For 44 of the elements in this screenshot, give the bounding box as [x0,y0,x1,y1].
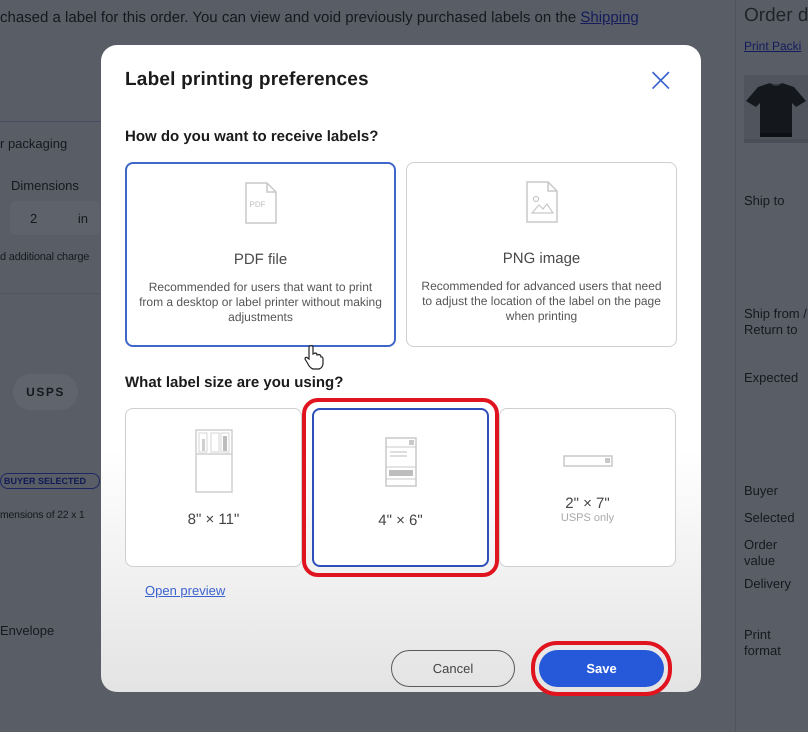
field-label: Delivery [744,576,792,592]
field-label: Ship to [744,193,786,209]
size-note: USPS only [560,512,614,524]
option-description: Recommended for users that want to print from a desktop or label printer without making adjustments [138,280,383,325]
field-label: Buyer [744,483,779,499]
image-file-icon [526,181,558,223]
shipping-label-icon [384,437,416,487]
cancel-button[interactable]: Cancel [391,650,515,687]
field-label: Selected [744,510,796,526]
dialog-title: Label printing preferences [125,69,369,91]
size-option[interactable]: 4" × 6" [312,408,489,567]
package-type: Envelope [0,623,54,638]
panel-title: Order d [744,5,808,27]
save-button[interactable]: Save [539,650,664,687]
note-text: d additional charge [0,251,90,263]
preview-link[interactable]: Open preview [145,583,226,598]
size-name: 2" × 7" [565,495,610,512]
close-button[interactable]: × [646,66,676,94]
field-label: r packaging [0,136,68,151]
pointer-cursor-icon [304,345,324,370]
field-label: Ship from / Return to [744,306,808,338]
section-heading: What label size are you using? [125,374,344,391]
unit-label: in [78,210,88,226]
file-icon [244,182,276,224]
size-option[interactable]: 8" × 11" [125,408,302,567]
option-description: Recommended for advanced users that need to adjust the location of the label on the page when printing [420,279,663,324]
format-option[interactable]: PDF PDF file Recommended for users that want to print from a desktop or label printer without making adjustments [125,162,396,347]
field-label: Print format [744,627,782,659]
size-name: 4" × 6" [378,512,423,529]
section-heading: How do you want to receive labels? [125,128,380,145]
option-name: PDF file [234,251,288,268]
field-label: Dimensions [11,178,79,193]
note-text: mensions of 22 x 1 [0,509,85,521]
format-option[interactable]: PNG image Recommended for advanced users that need to adjust the location of the label on the page when printing [406,162,677,347]
field-label: Order value [744,537,778,569]
option-name: PNG image [502,250,580,267]
sheet-labels-icon [194,429,232,493]
status-badge: BUYER SELECTED [0,473,100,489]
size-option[interactable]: 2" × 7" USPS only [499,408,676,567]
notice-text: chased a label for this order. You can view and void previously purchased labels on the Shipping [0,9,639,26]
field-label: Expected [744,370,800,386]
strip-label-icon [562,455,612,467]
size-name: 8" × 11" [188,511,240,528]
file-type-label: PDF [250,200,266,209]
